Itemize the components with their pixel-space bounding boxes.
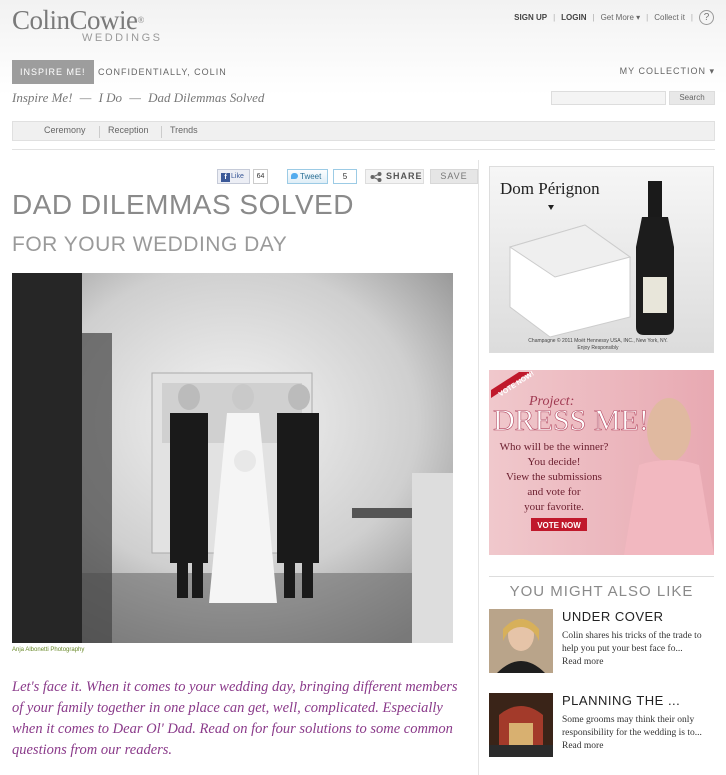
save-button[interactable]: SAVE	[430, 169, 478, 184]
dress-me-line-3: View the submissions	[506, 471, 602, 483]
also-like-heading: YOU MIGHT ALSO LIKE	[489, 576, 714, 600]
search-button[interactable]: Search	[669, 91, 715, 105]
related-article-summary: Some grooms may think their only respons…	[562, 715, 702, 738]
sub-nav: Ceremony Reception Trends	[12, 121, 715, 141]
dom-perignon-ad-graphic: Dom Pérignon Champagne © 2011 Moët Henne…	[490, 167, 713, 352]
facebook-like-button[interactable]: f Like	[217, 169, 250, 184]
twitter-bird-icon	[291, 173, 298, 179]
dom-perignon-ad[interactable]: Dom Pérignon Champagne © 2011 Moët Henne…	[489, 166, 714, 353]
photo-credit: Anja Albonetti Photography	[12, 647, 85, 653]
tweet-label: Tweet	[300, 172, 322, 181]
subnav-ceremony[interactable]: Ceremony	[44, 125, 86, 135]
share-label: SHARE	[386, 171, 423, 181]
facebook-like-label: Like	[231, 173, 244, 180]
tab-confidentially-colin[interactable]: CONFIDENTIALLY, COLIN	[90, 60, 235, 84]
article-intro: Let's face it. When it comes to your wed…	[12, 679, 458, 758]
my-collection-dropdown[interactable]: MY COLLECTION ▾	[620, 60, 715, 82]
collect-it-link[interactable]: Collect it	[650, 13, 689, 22]
search-box: Search	[551, 91, 715, 105]
related-article-description: Colin shares his tricks of the trade to …	[562, 630, 714, 669]
related-article[interactable]: PLANNING THE ... Some grooms may think t…	[489, 693, 714, 763]
dress-me-ad[interactable]: VOTE NOW! Project: DRESS ME! Who will be…	[489, 370, 714, 555]
dress-me-title: DRESS ME!	[493, 404, 649, 437]
logo-subtitle: WEDDINGS	[82, 32, 163, 44]
login-link[interactable]: LOGIN	[557, 13, 590, 22]
help-icon[interactable]: ?	[699, 10, 714, 25]
dom-perignon-fineprint: Champagne © 2011 Moët Hennessy USA, INC.…	[528, 337, 667, 344]
tweet-button[interactable]: Tweet	[287, 169, 328, 184]
get-more-dropdown[interactable]: Get More ▾	[597, 13, 645, 22]
article-title: DAD DILEMMAS SOLVED	[12, 189, 354, 220]
dom-perignon-logo: Dom Pérignon	[500, 179, 600, 198]
related-article-summary: Colin shares his tricks of the trade to …	[562, 631, 702, 654]
read-more-link[interactable]: Read more	[562, 657, 603, 667]
divider	[161, 126, 162, 138]
dress-me-ad-graphic: VOTE NOW! Project: DRESS ME! Who will be…	[489, 370, 714, 555]
tab-inspire-me[interactable]: INSPIRE ME!	[12, 60, 94, 84]
divider	[99, 126, 100, 138]
site-logo[interactable]: ColinCowie® WEDDINGS	[12, 4, 163, 44]
dress-me-line-5: your favorite.	[524, 501, 584, 513]
breadcrumb: Inspire Me! — I Do — Dad Dilemmas Solved	[12, 90, 268, 106]
dress-me-line-2: You decide!	[528, 456, 581, 468]
share-button[interactable]: SHARE	[365, 169, 424, 184]
logo-registered-mark: ®	[137, 15, 145, 25]
signup-link[interactable]: SIGN UP	[510, 13, 551, 22]
dress-me-line-4: and vote for	[527, 486, 580, 498]
dress-me-line-1: Who will be the winner?	[500, 441, 609, 453]
related-article-title[interactable]: PLANNING THE ...	[562, 693, 680, 708]
breadcrumb-inspire-me[interactable]: Inspire Me!	[12, 90, 73, 105]
search-input[interactable]	[551, 91, 666, 105]
facebook-icon: f	[221, 173, 230, 182]
read-more-link[interactable]: Read more	[562, 741, 603, 751]
breadcrumb-separator: —	[79, 90, 92, 105]
header: ColinCowie® WEDDINGS SIGN UP | LOGIN | G…	[0, 0, 726, 95]
wedding-photo	[12, 273, 453, 643]
article-subtitle: FOR YOUR WEDDING DAY	[12, 233, 288, 256]
vote-now-button[interactable]: VOTE NOW	[537, 521, 581, 530]
subnav-reception[interactable]: Reception	[108, 125, 149, 135]
subnav-trends[interactable]: Trends	[170, 125, 198, 135]
breadcrumb-i-do[interactable]: I Do	[99, 90, 122, 105]
breadcrumb-current: Dad Dilemmas Solved	[148, 90, 265, 105]
related-article[interactable]: UNDER COVER Colin shares his tricks of t…	[489, 609, 714, 679]
tweet-count: 5	[333, 169, 357, 184]
share-icon	[370, 172, 382, 182]
breadcrumb-separator: —	[129, 90, 141, 105]
related-article-thumbnail	[489, 693, 553, 757]
main-nav: INSPIRE ME! CONFIDENTIALLY, COLIN MY COL…	[12, 60, 715, 84]
related-article-title[interactable]: UNDER COVER	[562, 609, 664, 624]
top-links: SIGN UP | LOGIN | Get More ▾ | Collect i…	[510, 10, 714, 25]
divider	[12, 149, 715, 150]
divider: |	[690, 13, 693, 22]
related-article-description: Some grooms may think their only respons…	[562, 714, 714, 753]
facebook-like-count: 64	[253, 169, 268, 184]
dom-perignon-fineprint-2: Enjoy Responsibly	[577, 345, 619, 351]
related-article-thumbnail	[489, 609, 553, 673]
column-divider	[478, 160, 479, 775]
logo-text: ColinCowie	[12, 5, 138, 35]
